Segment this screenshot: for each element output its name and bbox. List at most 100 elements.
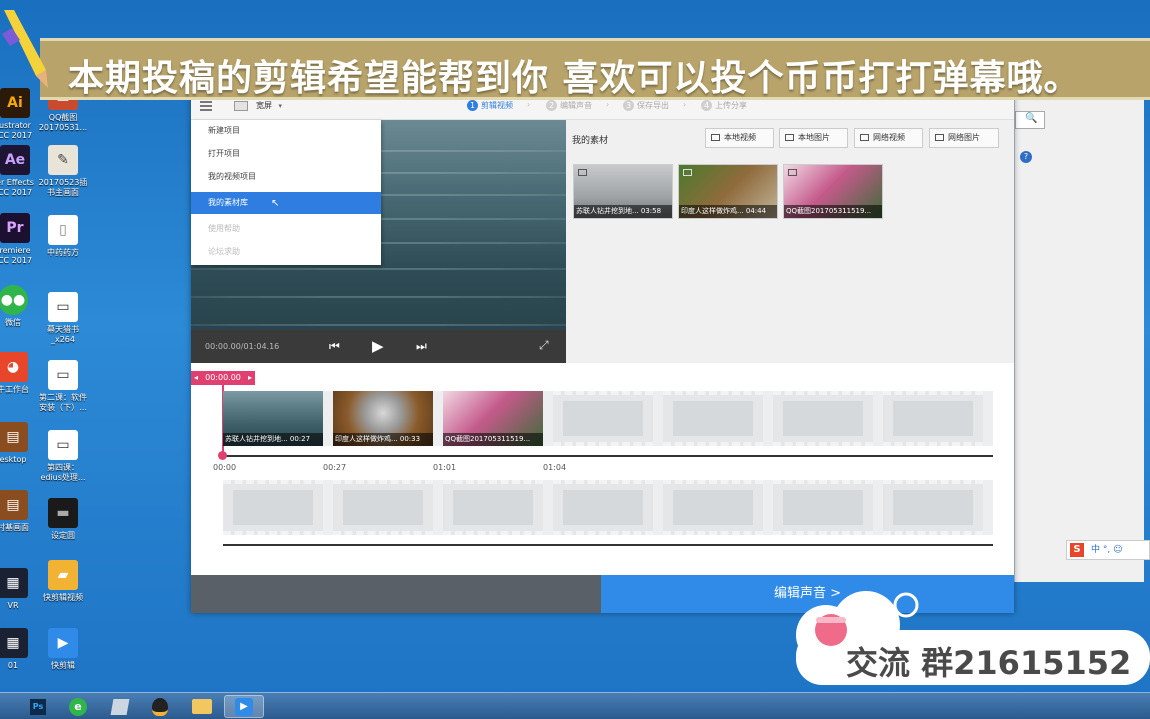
menu-item-my-projects[interactable]: 我的视频项目 bbox=[191, 166, 381, 188]
desktop-icon-illustration[interactable]: ✎ 20170523插 书主画面 bbox=[28, 145, 98, 198]
group-ad-text: 交流 群21615152 bbox=[846, 644, 1132, 682]
empty-slot[interactable] bbox=[223, 480, 323, 535]
web-image-icon bbox=[935, 134, 944, 141]
desktop-icon-label: 快剪辑视频 bbox=[43, 593, 83, 602]
timeline-clip[interactable]: QQ截图201705311519... bbox=[443, 391, 543, 446]
help-icon[interactable]: ? bbox=[1020, 151, 1032, 163]
cursor-icon: ↖ bbox=[271, 198, 280, 209]
library-item-caption: 苏联人钻井挖到地... 03:58 bbox=[574, 205, 672, 218]
aspect-label: 宽屏 bbox=[256, 101, 272, 110]
editor-window: 宽屏 ▾ 1 剪辑视频 › 2 编辑声音 › 3 保存导出 › 4 上传分享 00:00… bbox=[191, 93, 1014, 613]
taskbar-explorer[interactable] bbox=[182, 695, 222, 718]
empty-slot[interactable] bbox=[773, 391, 873, 446]
menu-icon[interactable] bbox=[200, 101, 212, 111]
web-image-button[interactable]: 网络图片 bbox=[929, 128, 999, 148]
pencil-decoration-icon bbox=[0, 10, 50, 90]
group-ad: 交流 群21615152 bbox=[786, 575, 1150, 692]
empty-slot[interactable] bbox=[553, 391, 653, 446]
library-item[interactable]: 印度人这样做炸鸡... 04:44 bbox=[678, 164, 778, 219]
aspect-selector[interactable]: 宽屏 ▾ bbox=[256, 100, 282, 111]
ruler-tick: 00:27 bbox=[323, 463, 347, 472]
video-file-icon: ▭ bbox=[48, 292, 78, 322]
ruler-tick: 00:00 bbox=[213, 463, 237, 472]
taskbar-photoshop[interactable]: Ps bbox=[18, 695, 58, 718]
ime-toolbar[interactable]: S 中 °, ☺ bbox=[1066, 540, 1150, 560]
photoshop-icon: Ps bbox=[30, 698, 46, 715]
desktop-icon-label: 快剪辑 bbox=[51, 661, 75, 670]
menu-item-help[interactable]: 使用帮助 bbox=[191, 218, 381, 240]
video-file-icon: ▬ bbox=[48, 498, 78, 528]
empty-slot[interactable] bbox=[883, 480, 983, 535]
library-item[interactable]: 苏联人钻井挖到地... 03:58 bbox=[573, 164, 673, 219]
desktop-icon-lesson4[interactable]: ▭ 第四课： edius处理... bbox=[28, 430, 98, 483]
step-export[interactable]: 3 保存导出 bbox=[623, 100, 669, 111]
web-video-button[interactable]: 网络视频 bbox=[854, 128, 923, 148]
taskbar-app[interactable] bbox=[100, 695, 140, 718]
chevron-left-icon: ◂ bbox=[194, 373, 199, 382]
library-title: 我的素材 bbox=[572, 136, 609, 146]
empty-slot[interactable] bbox=[883, 391, 983, 446]
kuaijianji-icon: ▶ bbox=[48, 628, 78, 658]
empty-slot[interactable] bbox=[553, 480, 653, 535]
local-image-button[interactable]: 本地图片 bbox=[779, 128, 848, 148]
video-file-icon: ▭ bbox=[48, 430, 78, 460]
fullscreen-icon[interactable]: ⤢ bbox=[539, 338, 549, 353]
video-file-icon: ▭ bbox=[48, 360, 78, 390]
playhead-handle[interactable] bbox=[218, 451, 227, 460]
desktop-icon-label: 中药药方 bbox=[47, 248, 79, 257]
folder-icon bbox=[192, 699, 212, 714]
menu-item-open-project[interactable]: 打开项目 bbox=[191, 143, 381, 165]
previous-icon[interactable]: ⏮ bbox=[329, 339, 340, 354]
desktop-icon-settings[interactable]: ▬ 设定圆 bbox=[28, 498, 98, 541]
video-file-icon: ▦ bbox=[0, 628, 28, 658]
taskbar-qq[interactable] bbox=[140, 695, 180, 718]
step-separator-icon: › bbox=[683, 100, 687, 109]
menu-item-forum[interactable]: 论坛求助 bbox=[191, 241, 381, 263]
workbench-icon: ◕ bbox=[0, 352, 28, 382]
ruler-tick: 01:01 bbox=[433, 463, 457, 472]
local-video-button[interactable]: 本地视频 bbox=[705, 128, 774, 148]
empty-slot[interactable] bbox=[773, 480, 873, 535]
kuaijianji-icon: ▶ bbox=[235, 697, 253, 716]
desktop-icon-kuaijianji-video[interactable]: ▰ 快剪辑视频 bbox=[28, 560, 98, 603]
after-effects-icon: Ae bbox=[0, 145, 30, 175]
next-icon[interactable]: ⏭ bbox=[416, 339, 427, 354]
desktop-icon-lesson2[interactable]: ▭ 第二课：软件 安装（下）... bbox=[28, 360, 98, 413]
step-edit-video[interactable]: 1 剪辑视频 bbox=[467, 100, 513, 111]
empty-slot[interactable] bbox=[333, 480, 433, 535]
empty-slot[interactable] bbox=[663, 480, 763, 535]
desktop-icon-kuaijianji[interactable]: ▶ 快剪辑 bbox=[28, 628, 98, 671]
playhead-time[interactable]: ◂ 00:00.00 ▸ bbox=[191, 371, 255, 385]
video-icon bbox=[683, 169, 692, 176]
taskbar-ie[interactable]: e bbox=[58, 695, 98, 718]
timeline: ◂ 00:00.00 ▸ 苏联人钻井挖到地... 00:27 印度人这样做炸鸡.… bbox=[191, 363, 1014, 575]
desktop-icon-label: 第二课：软件 安装（下）... bbox=[39, 393, 87, 412]
play-icon[interactable]: ▶ bbox=[372, 337, 384, 355]
qq-icon bbox=[152, 697, 168, 716]
step-separator-icon: › bbox=[606, 100, 610, 109]
timeline-ruler-2 bbox=[223, 544, 993, 546]
menu-item-material-library[interactable]: 我的素材库 bbox=[191, 192, 381, 214]
desktop-icon-medicine[interactable]: ▯ 中药药方 bbox=[28, 215, 98, 258]
archive-icon: ▤ bbox=[0, 422, 28, 452]
aspect-ratio-icon[interactable] bbox=[234, 101, 248, 111]
desktop-icon-label: QQ截图 20170531... bbox=[38, 113, 88, 132]
step-edit-audio[interactable]: 2 编辑声音 bbox=[546, 100, 592, 111]
premiere-icon: Pr bbox=[0, 213, 30, 243]
taskbar-kuaijianji[interactable]: ▶ bbox=[224, 695, 264, 718]
archive-icon: ▤ bbox=[0, 490, 28, 520]
empty-slot[interactable] bbox=[443, 480, 543, 535]
timeline-clip[interactable]: 苏联人钻井挖到地... 00:27 bbox=[223, 391, 323, 446]
library-item[interactable]: QQ截图201705311519... bbox=[783, 164, 883, 219]
search-icon[interactable]: 🔍 bbox=[1025, 113, 1039, 127]
illustrator-icon: Ai bbox=[0, 88, 30, 118]
desktop-icon-label: 20170523插 书主画面 bbox=[38, 178, 88, 197]
timeline-clip[interactable]: 印度人这样做炸鸡... 00:33 bbox=[333, 391, 433, 446]
empty-slot[interactable] bbox=[663, 391, 763, 446]
step-upload[interactable]: 4 上传分享 bbox=[701, 100, 747, 111]
desktop-icon-video1[interactable]: ▭ 幕天猎书 _x264 bbox=[28, 292, 98, 345]
document-icon: ▯ bbox=[48, 215, 78, 245]
browser-icon: e bbox=[69, 697, 87, 716]
menu-item-new-project[interactable]: 新建项目 bbox=[191, 120, 381, 142]
clip-caption: 苏联人钻井挖到地... 00:27 bbox=[223, 433, 323, 446]
